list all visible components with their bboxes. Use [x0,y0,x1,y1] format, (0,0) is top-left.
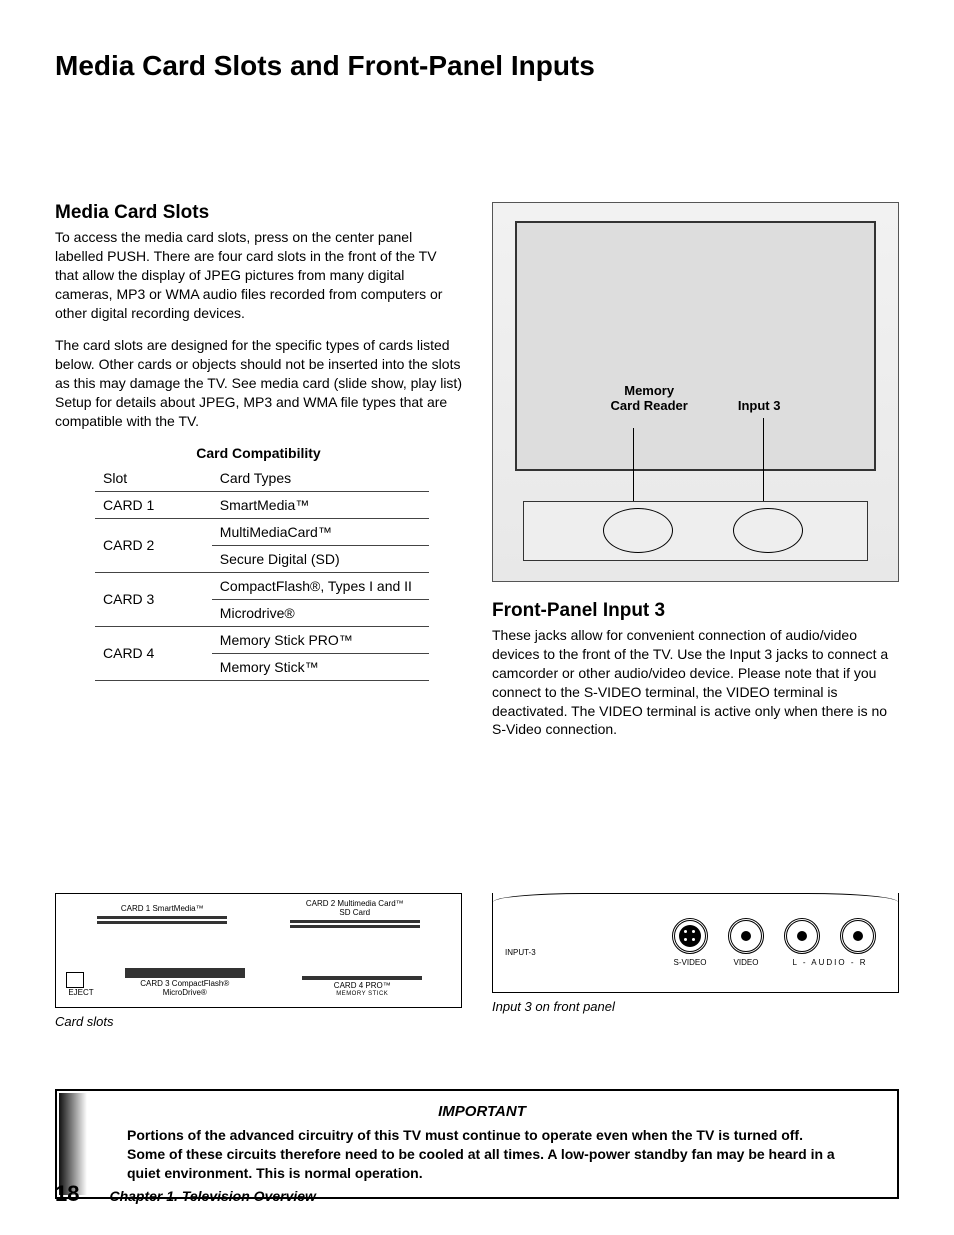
right-column: Memory Card Reader Input 3 Front-Panel I… [492,202,899,753]
tv-screen [515,221,876,471]
panel-curve-icon [493,893,898,911]
tv-base [523,501,868,561]
tv-label-reader-l2: Card Reader [611,398,688,413]
compat-head-slot: Slot [95,465,212,492]
input3-figure: INPUT-3 S-VIDEO VIDEO L - AUDIO [492,893,899,1029]
rca-jack-icon [797,931,807,941]
input3-diagram: INPUT-3 S-VIDEO VIDEO L - AUDIO [492,893,899,993]
card-slots-figure: CARD 1 SmartMedia™ CARD 2 Multimedia Car… [55,893,462,1029]
table-row: MultiMediaCard™ [212,518,429,545]
eject-button-icon [66,972,84,988]
audio-r-jack [840,918,876,958]
rca-jack-icon [853,931,863,941]
input3-panel-label: INPUT-3 [505,948,536,957]
slot-bar-icon [125,968,245,978]
eject-label: EJECT [66,988,96,997]
important-text: Portions of the advanced circuitry of th… [127,1126,837,1183]
compat-table-title: Card Compatibility [55,445,462,461]
svideo-jack: S-VIDEO [672,918,708,967]
card-slots-diagram: CARD 1 SmartMedia™ CARD 2 Multimedia Car… [55,893,462,1008]
card3-label-l2: MicroDrive® [96,989,274,998]
table-row: Memory Stick PRO™ [212,626,429,653]
video-label: VIDEO [734,958,759,967]
media-slots-p2: The card slots are designed for the spec… [55,336,462,430]
table-row: Microdrive® [212,599,429,626]
slot-bar-icon [290,925,420,928]
card2-label-l2: SD Card [259,909,452,918]
front-input-heading: Front-Panel Input 3 [492,600,899,622]
card4-label-l1: CARD 4 PRO™ [274,982,452,991]
left-column: Media Card Slots To access the media car… [55,202,462,753]
table-row: Secure Digital (SD) [212,545,429,572]
table-row: Memory Stick™ [212,653,429,680]
table-row: CARD 3 [95,572,212,626]
page-title: Media Card Slots and Front-Panel Inputs [55,50,899,82]
front-input-p1: These jacks allow for convenient connect… [492,626,899,739]
tv-figure: Memory Card Reader Input 3 [492,202,899,582]
rca-jack-icon [741,931,751,941]
table-row: SmartMedia™ [212,491,429,518]
main-columns: Media Card Slots To access the media car… [55,202,899,753]
media-slots-heading: Media Card Slots [55,202,462,224]
callout-circle-icon [733,508,803,553]
audio-label: L - AUDIO - R [774,958,886,967]
card4-label-l2: MEMORY STICK [274,991,452,998]
svideo-icon [679,925,701,947]
slot-bar-icon [97,921,227,924]
audio-l-jack [784,918,820,958]
card1-label: CARD 1 SmartMedia™ [66,905,259,914]
slot-bar-icon [290,920,420,923]
table-row: CompactFlash®, Types I and II [212,572,429,599]
bottom-figures: CARD 1 SmartMedia™ CARD 2 Multimedia Car… [55,893,899,1029]
compat-head-types: Card Types [212,465,429,492]
tv-label-reader: Memory Card Reader [611,383,688,413]
tv-label-reader-l1: Memory [611,383,688,398]
table-row: CARD 2 [95,518,212,572]
svideo-label: S-VIDEO [674,958,707,967]
chapter-label: Chapter 1. Television Overview [109,1188,315,1204]
compat-table: Slot Card Types CARD 1 SmartMedia™ CARD … [95,465,429,681]
table-row: CARD 1 [95,491,212,518]
page-footer: 18 Chapter 1. Television Overview [55,1181,899,1207]
callout-circle-icon [603,508,673,553]
slot-bar-icon [97,916,227,919]
slot-bar-icon [302,976,422,980]
tv-label-input3: Input 3 [738,398,781,413]
video-jack: VIDEO [728,918,764,967]
input3-caption: Input 3 on front panel [492,999,899,1014]
media-slots-p1: To access the media card slots, press on… [55,228,462,322]
card-slots-caption: Card slots [55,1014,462,1029]
table-row: CARD 4 [95,626,212,680]
important-title: IMPORTANT [127,1103,837,1120]
page-number: 18 [55,1181,79,1207]
